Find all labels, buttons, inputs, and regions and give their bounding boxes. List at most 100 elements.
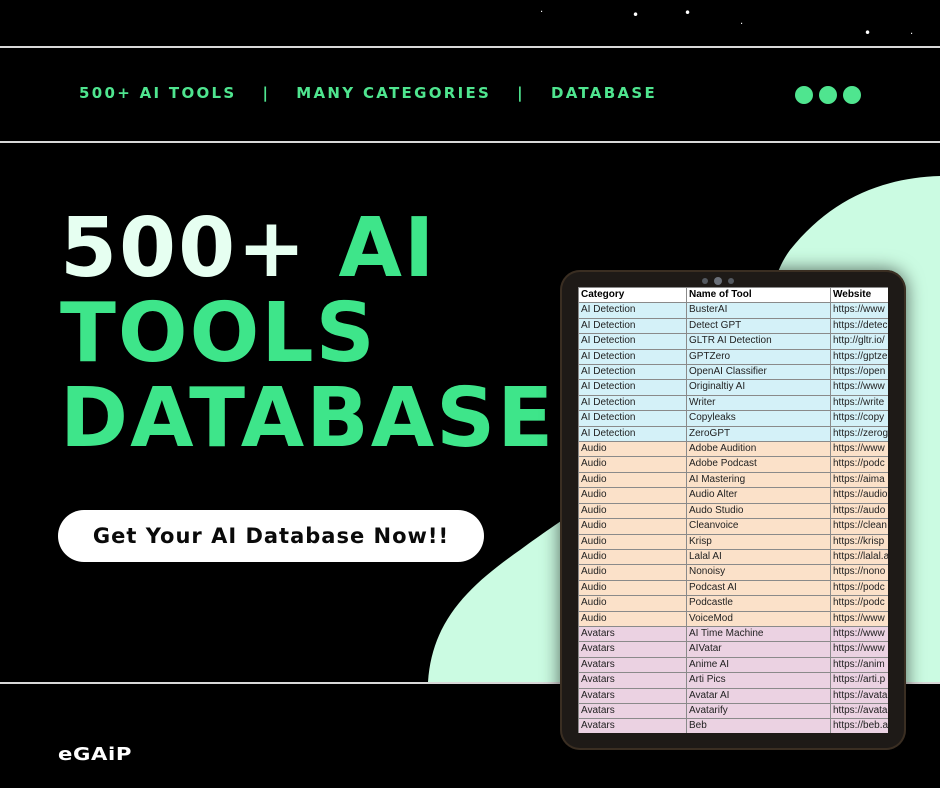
website-cell: https://www <box>830 610 888 627</box>
tool-name-cell: VoiceMod <box>686 610 831 627</box>
table-row: Avatars AIVatar https://www <box>578 641 888 658</box>
website-cell: https://clean <box>830 518 888 535</box>
tool-name-cell: Copyleaks <box>686 410 831 427</box>
website-cell: https://lalal.a <box>830 548 888 566</box>
tool-name-cell: Audo Studio <box>686 502 831 520</box>
category-cell: AI Detection <box>578 364 687 381</box>
category-cell: Avatars <box>578 718 687 733</box>
tool-name-cell: Arti Pics <box>686 672 831 689</box>
website-cell: https://arti.p <box>830 672 888 689</box>
table-row: Avatars Avatar AI https://avata <box>578 687 888 704</box>
tool-name-cell: Adobe Audition <box>686 441 831 458</box>
website-cell: https://podc <box>830 456 888 473</box>
website-cell: https://avata <box>830 702 888 720</box>
table-row: Audio AI Mastering https://aima <box>578 471 888 489</box>
category-cell: Avatars <box>578 702 687 720</box>
camera-icon <box>702 277 734 285</box>
tool-name-cell: AIVatar <box>686 641 831 658</box>
category-cell: Avatars <box>578 625 687 643</box>
category-cell: Avatars <box>578 641 687 658</box>
website-cell: https://detec <box>830 317 888 335</box>
category-cell: Audio <box>578 595 687 612</box>
table-row: AI Detection GPTZero https://gptze <box>578 348 888 366</box>
website-cell: https://podc <box>830 579 888 597</box>
website-cell: https://anim <box>830 656 888 674</box>
tools-table: Category Name of Tool Website AI Detecti… <box>578 287 888 733</box>
website-cell: http://gltr.io/ <box>830 333 888 350</box>
table-row: Audio Podcastle https://podc <box>578 595 888 612</box>
column-header: Name of Tool <box>686 287 831 304</box>
category-cell: Avatars <box>578 656 687 674</box>
website-cell: https://www <box>830 441 888 458</box>
table-row: Audio Krisp https://krisp <box>578 533 888 550</box>
headline-number: 500+ <box>60 201 308 296</box>
table-row: Audio Podcast AI https://podc <box>578 579 888 597</box>
website-cell: https://gptze <box>830 348 888 366</box>
table-row: AI Detection OpenAI Classifier https://ope… <box>578 364 888 381</box>
website-cell: https://www <box>830 302 888 319</box>
table-row: AI Detection BusterAI https://www <box>578 302 888 319</box>
tool-name-cell: Originaltiy AI <box>686 379 831 396</box>
tablet-mockup: Category Name of Tool Website AI Detecti… <box>560 270 906 750</box>
table-row: Avatars Avatarify https://avata <box>578 702 888 720</box>
tool-name-cell: Beb <box>686 718 831 733</box>
category-cell: Avatars <box>578 687 687 704</box>
tool-name-cell: Avatar AI <box>686 687 831 704</box>
table-row: AI Detection Originaltiy AI https://www <box>578 379 888 396</box>
tool-name-cell: Krisp <box>686 533 831 550</box>
table-row: Avatars AI Time Machine https://www <box>578 625 888 643</box>
category-cell: AI Detection <box>578 425 687 443</box>
table-row: Avatars Beb https://beb.a <box>578 718 888 733</box>
tool-name-cell: Nonoisy <box>686 564 831 581</box>
camera-lens <box>702 278 708 284</box>
tool-name-cell: BusterAI <box>686 302 831 319</box>
category-cell: AI Detection <box>578 379 687 396</box>
column-header: Category <box>578 287 687 304</box>
table-row: AI Detection Detect GPT https://detec <box>578 317 888 335</box>
tool-name-cell: OpenAI Classifier <box>686 364 831 381</box>
website-cell: https://www <box>830 379 888 396</box>
table-row: Audio Audio Alter https://audio <box>578 487 888 504</box>
category-cell: Audio <box>578 564 687 581</box>
tool-name-cell: Lalal AI <box>686 548 831 566</box>
column-header: Website <box>830 287 888 304</box>
page-title: 500+ AI TOOLS DATABASE <box>60 206 555 461</box>
category-cell: Audio <box>578 610 687 627</box>
table-row: AI Detection Writer https://write <box>578 394 888 412</box>
headline-line-3: DATABASE <box>60 371 556 466</box>
table-row: Audio VoiceMod https://www <box>578 610 888 627</box>
camera-lens <box>714 277 722 285</box>
category-cell: AI Detection <box>578 333 687 350</box>
website-cell: https://avata <box>830 687 888 704</box>
tool-name-cell: AI Time Machine <box>686 625 831 643</box>
category-cell: Audio <box>578 456 687 473</box>
website-cell: https://beb.a <box>830 718 888 733</box>
category-cell: AI Detection <box>578 394 687 412</box>
category-cell: Audio <box>578 579 687 597</box>
tool-name-cell: Adobe Podcast <box>686 456 831 473</box>
website-cell: https://aima <box>830 471 888 489</box>
category-cell: Audio <box>578 441 687 458</box>
website-cell: https://nono <box>830 564 888 581</box>
category-cell: AI Detection <box>578 302 687 319</box>
tool-name-cell: Cleanvoice <box>686 518 831 535</box>
tool-name-cell: Writer <box>686 394 831 412</box>
tool-name-cell: ZeroGPT <box>686 425 831 443</box>
category-cell: Audio <box>578 502 687 520</box>
tool-name-cell: Detect GPT <box>686 317 831 335</box>
category-cell: Avatars <box>578 672 687 689</box>
get-database-button[interactable]: Get Your AI Database Now!! <box>58 510 484 562</box>
website-cell: https://copy <box>830 410 888 427</box>
table-row: Audio Lalal AI https://lalal.a <box>578 548 888 566</box>
website-cell: https://audo <box>830 502 888 520</box>
category-cell: AI Detection <box>578 317 687 335</box>
website-cell: https://zerog <box>830 425 888 443</box>
tool-name-cell: Avatarify <box>686 702 831 720</box>
table-row: AI Detection GLTR AI Detection http://gltr… <box>578 333 888 350</box>
svg-text:eGAiP: eGAiP <box>58 744 132 765</box>
table-row: Audio Adobe Podcast https://podc <box>578 456 888 473</box>
table-row: Avatars Anime AI https://anim <box>578 656 888 674</box>
headline-ai: AI <box>338 201 437 296</box>
website-cell: https://open <box>830 364 888 381</box>
website-cell: https://www <box>830 641 888 658</box>
